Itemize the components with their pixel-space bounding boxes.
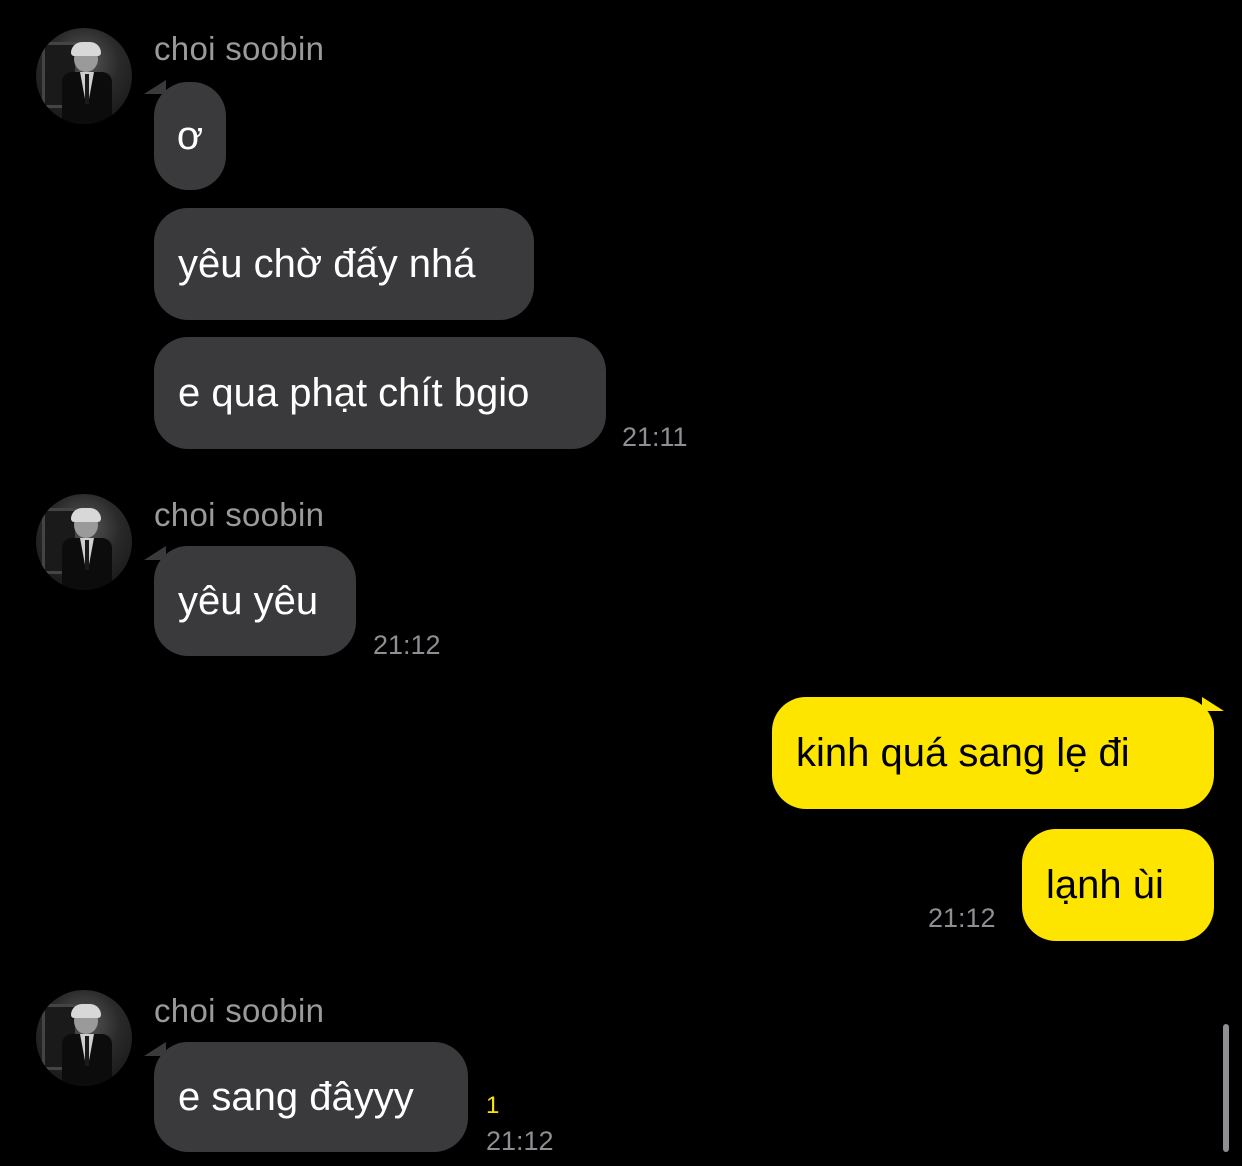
message-timestamp: 21:11 [622, 422, 688, 452]
message-bubble[interactable]: e qua phạt chít bgio [154, 337, 606, 449]
message-bubble-outgoing[interactable]: kinh quá sang lẹ đi [772, 697, 1214, 809]
message-bubble[interactable]: yêu chờ đấy nhá [154, 208, 534, 320]
sender-name[interactable]: choi soobin [154, 496, 324, 534]
message-timestamp: 21:12 [928, 903, 996, 933]
message-bubble[interactable]: yêu yêu [154, 546, 356, 656]
message-bubble[interactable]: ơ [154, 82, 226, 190]
message-text: yêu yêu [178, 578, 319, 623]
message-text: lạnh ùi [1046, 862, 1164, 907]
sender-avatar[interactable] [36, 494, 132, 590]
unread-count: 1 [486, 1092, 500, 1119]
message-timestamp: 21:12 [373, 630, 441, 660]
message-bubble[interactable]: e sang đâyyy [154, 1042, 468, 1152]
sender-name[interactable]: choi soobin [154, 992, 324, 1030]
message-text: e qua phạt chít bgio [178, 370, 530, 415]
message-text: yêu chờ đấy nhá [178, 241, 476, 286]
sender-avatar[interactable] [36, 990, 132, 1086]
message-bubble-outgoing[interactable]: lạnh ùi [1022, 829, 1214, 941]
sender-name[interactable]: choi soobin [154, 30, 324, 68]
message-text: ơ [176, 113, 204, 158]
message-text: kinh quá sang lẹ đi [796, 730, 1130, 775]
sender-avatar[interactable] [36, 28, 132, 124]
message-text: e sang đâyyy [178, 1074, 414, 1119]
scrollbar[interactable] [1223, 1024, 1229, 1152]
message-timestamp: 21:12 [486, 1126, 554, 1156]
